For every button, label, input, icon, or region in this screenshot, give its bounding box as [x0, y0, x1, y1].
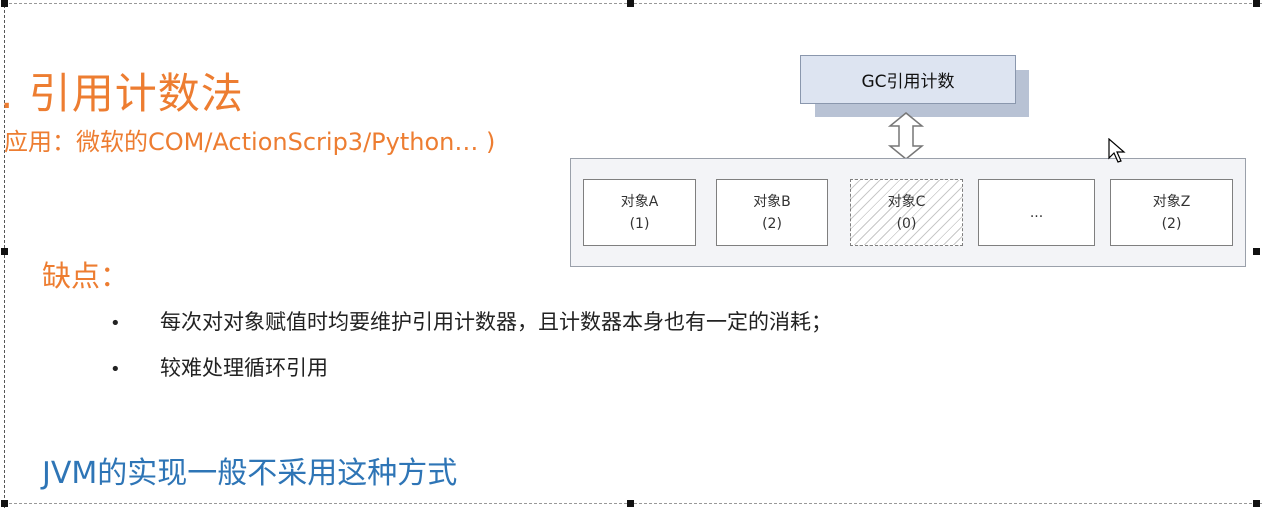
object-box-ellipsis: ...	[978, 179, 1095, 246]
resize-handle-middle-left[interactable]	[1, 248, 8, 255]
resize-handle-bottom-right[interactable]	[1253, 500, 1260, 507]
resize-handle-bottom-center[interactable]	[627, 500, 634, 507]
object-box-c: 对象C (0)	[850, 179, 963, 246]
bullet-text: 每次对对象赋值时均要维护引用计数器，且计数器本身也有一定的消耗；	[160, 310, 832, 334]
object-count: (0)	[896, 215, 917, 232]
object-name: 对象B	[753, 193, 791, 210]
bullet-text: 较难处理循环引用	[160, 356, 328, 380]
object-name: 对象C	[887, 193, 926, 210]
resize-handle-top-right[interactable]	[1253, 0, 1260, 7]
mouse-cursor-icon	[1108, 138, 1126, 163]
object-box-a: 对象A (1)	[583, 179, 696, 246]
gc-box-label: GC引用计数	[861, 72, 955, 92]
bullet-item: • 较难处理循环引用	[110, 352, 328, 382]
object-name: 对象Z	[1152, 193, 1191, 210]
bullet-dot-icon: •	[110, 313, 121, 334]
bullet-item: • 每次对对象赋值时均要维护引用计数器，且计数器本身也有一定的消耗；	[110, 306, 832, 336]
gc-reference-count-box: GC引用计数	[800, 55, 1016, 104]
object-count: (2)	[1161, 215, 1182, 232]
cons-heading: 缺点：	[42, 259, 130, 293]
object-name: 对象A	[620, 193, 659, 210]
slide-title: . 引用计数法	[0, 69, 244, 118]
resize-handle-top-left[interactable]	[1, 0, 8, 7]
bullet-dot-icon: •	[110, 359, 121, 380]
resize-handle-bottom-left[interactable]	[1, 500, 8, 507]
resize-handle-top-center[interactable]	[627, 0, 634, 7]
conclusion-text: JVM的实现一般不采用这种方式	[42, 456, 458, 491]
object-count: (1)	[629, 215, 650, 232]
resize-handle-middle-right[interactable]	[1253, 248, 1260, 255]
object-box-b: 对象B (2)	[716, 179, 828, 246]
slide-subtitle: 应用：微软的COM/ActionScrip3/Python… )	[4, 128, 496, 156]
object-count: (2)	[762, 215, 782, 232]
double-arrow-icon	[887, 112, 925, 160]
object-name: ...	[1029, 204, 1044, 221]
object-box-z: 对象Z (2)	[1110, 179, 1233, 246]
